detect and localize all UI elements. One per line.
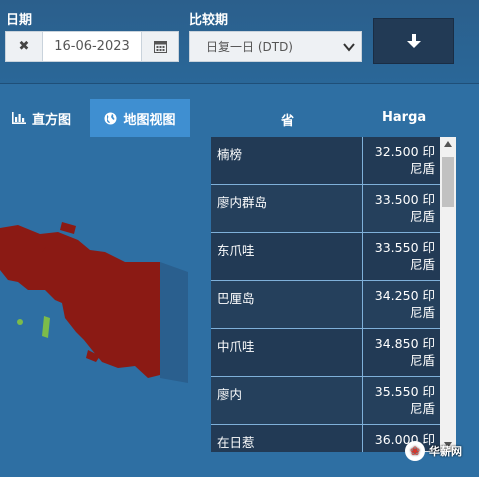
tab-map-view-label: 地图视图	[123, 112, 176, 128]
date-picker[interactable]: ✖ 16-06-2023	[5, 31, 179, 62]
watermark-text: 华薪网	[429, 445, 462, 458]
arrow-down-icon	[406, 34, 421, 48]
map-view[interactable]	[0, 140, 210, 473]
province-cell: 在日惹	[211, 425, 363, 452]
watermark-logo-icon: ❀	[405, 441, 425, 461]
province-cell: 中爪哇	[211, 329, 363, 376]
compare-select[interactable]: 日复一日 (DTD)	[189, 31, 362, 62]
price-cell: 33.550 印尼盾	[363, 233, 440, 280]
tab-histogram[interactable]: 直方图	[12, 99, 71, 137]
scroll-up-button[interactable]	[440, 137, 456, 151]
table-row[interactable]: 东爪哇 33.550 印尼盾	[211, 233, 440, 281]
map-island-1[interactable]	[60, 222, 76, 234]
date-label: 日期	[6, 13, 33, 28]
price-cell: 33.500 印尼盾	[363, 185, 440, 232]
table-row[interactable]: 巴厘岛 34.250 印尼盾	[211, 281, 440, 329]
province-cell: 廖内群岛	[211, 185, 363, 232]
calendar-icon	[153, 41, 167, 53]
map-island-4[interactable]	[17, 319, 23, 325]
map-region-east-strip[interactable]	[160, 262, 188, 383]
map-region-maluku[interactable]	[42, 316, 50, 338]
province-cell: 楠榜	[211, 137, 363, 184]
compare-value: 日复一日 (DTD)	[206, 40, 293, 54]
province-cell: 廖内	[211, 377, 363, 424]
price-table: 楠榜 32.500 印尼盾 廖内群岛 33.500 印尼盾 东爪哇 33.550…	[211, 137, 440, 452]
filter-bar: 日期 ✖ 16-06-2023 比较期 日复一日 (DTD)	[0, 0, 479, 84]
map-region-papua[interactable]	[0, 225, 160, 378]
globe-icon	[104, 112, 117, 124]
bar-chart-icon	[12, 112, 26, 124]
price-cell: 32.500 印尼盾	[363, 137, 440, 184]
column-header-price[interactable]: Harga	[382, 110, 426, 125]
province-cell: 巴厘岛	[211, 281, 363, 328]
date-input[interactable]: 16-06-2023	[43, 32, 141, 61]
province-cell: 东爪哇	[211, 233, 363, 280]
price-cell: 34.850 印尼盾	[363, 329, 440, 376]
tab-histogram-label: 直方图	[32, 112, 72, 128]
scrollbar-thumb[interactable]	[442, 157, 454, 207]
table-row[interactable]: 中爪哇 34.850 印尼盾	[211, 329, 440, 377]
close-icon: ✖	[18, 39, 30, 54]
map-canvas	[0, 222, 188, 383]
table-row[interactable]: 廖内 35.550 印尼盾	[211, 377, 440, 425]
column-header-province[interactable]: 省	[281, 110, 294, 129]
price-cell: 34.250 印尼盾	[363, 281, 440, 328]
chevron-down-icon	[343, 43, 355, 52]
table-scrollbar[interactable]	[440, 137, 456, 452]
clear-date-button[interactable]: ✖	[6, 32, 43, 61]
compare-label: 比较期	[189, 13, 229, 28]
download-button[interactable]	[373, 18, 454, 64]
tab-map-view[interactable]: 地图视图	[90, 99, 190, 137]
table-row[interactable]: 楠榜 32.500 印尼盾	[211, 137, 440, 185]
caret-up-icon	[444, 141, 452, 147]
calendar-button[interactable]	[141, 32, 178, 61]
price-cell: 35.550 印尼盾	[363, 377, 440, 424]
table-row[interactable]: 廖内群岛 33.500 印尼盾	[211, 185, 440, 233]
watermark: ❀ 华薪网	[405, 441, 462, 461]
